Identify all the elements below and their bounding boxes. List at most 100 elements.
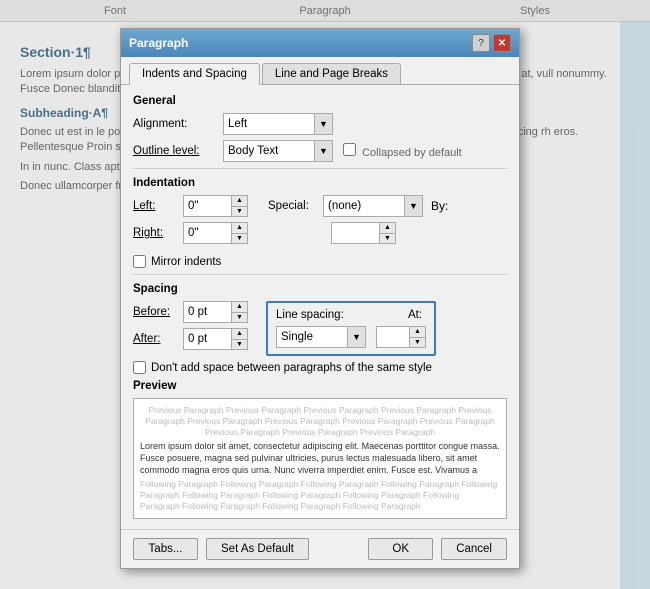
set-default-button[interactable]: Set As Default bbox=[206, 538, 309, 560]
right-spin-up[interactable]: ▲ bbox=[232, 223, 247, 234]
dialog-footer: Tabs... Set As Default OK Cancel bbox=[121, 529, 519, 568]
left-spin-up[interactable]: ▲ bbox=[232, 196, 247, 207]
preview-main-text: Lorem ipsum dolor sit amet, consectetur … bbox=[140, 441, 500, 476]
tab-line-breaks[interactable]: Line and Page Breaks bbox=[262, 63, 401, 84]
by-spin-arrows[interactable]: ▲ ▼ bbox=[379, 223, 395, 243]
after-row: After: 0 pt ▲ ▼ bbox=[133, 328, 248, 350]
right-row: Right: 0" ▲ ▼ bbox=[133, 222, 248, 244]
dont-add-space-checkbox[interactable] bbox=[133, 361, 146, 374]
left-spin-arrows[interactable]: ▲ ▼ bbox=[231, 196, 247, 216]
before-spin-up[interactable]: ▲ bbox=[232, 302, 247, 313]
dialog-body: General Alignment: Left ▼ Outline level:… bbox=[121, 85, 519, 529]
outline-arrow[interactable]: ▼ bbox=[314, 141, 332, 161]
before-label: Before: bbox=[133, 306, 183, 318]
line-spacing-label: Line spacing: bbox=[276, 309, 344, 321]
spacing-left: Before: 0 pt ▲ ▼ After: 0 pt ▲ bbox=[133, 301, 248, 356]
special-value: (none) bbox=[324, 200, 404, 212]
close-button[interactable]: ✕ bbox=[493, 34, 511, 52]
collapsed-checkbox-container: Collapsed by default bbox=[343, 143, 462, 159]
by-spin-up[interactable]: ▲ bbox=[380, 223, 395, 234]
left-label: Left: bbox=[133, 200, 183, 212]
indentation-rows: Left: 0" ▲ ▼ Right: 0" ▲ bbox=[133, 195, 507, 249]
line-spacing-box: Line spacing: At: Single ▼ ▲ ▼ bbox=[266, 301, 436, 356]
at-spin-arrows[interactable]: ▲ ▼ bbox=[409, 327, 425, 347]
tab-indents-spacing[interactable]: Indents and Spacing bbox=[129, 63, 260, 85]
line-spacing-arrow[interactable]: ▼ bbox=[347, 327, 365, 347]
at-spin[interactable]: ▲ ▼ bbox=[376, 326, 426, 348]
alignment-row: Alignment: Left ▼ bbox=[133, 113, 507, 135]
left-spin-down[interactable]: ▼ bbox=[232, 207, 247, 217]
right-spin-arrows[interactable]: ▲ ▼ bbox=[231, 223, 247, 243]
mirror-indents-label: Mirror indents bbox=[151, 256, 221, 268]
tabs-button[interactable]: Tabs... bbox=[133, 538, 198, 560]
cancel-button[interactable]: Cancel bbox=[441, 538, 507, 560]
special-select[interactable]: (none) ▼ bbox=[323, 195, 423, 217]
indent-special-col: Special: (none) ▼ By: ▲ ▼ bbox=[268, 195, 448, 249]
left-row: Left: 0" ▲ ▼ bbox=[133, 195, 248, 217]
after-spin-down[interactable]: ▼ bbox=[232, 340, 247, 350]
spacing-section-label: Spacing bbox=[133, 283, 507, 295]
by-spin[interactable]: ▲ ▼ bbox=[331, 222, 396, 244]
at-spin-up[interactable]: ▲ bbox=[410, 327, 425, 338]
at-label: At: bbox=[408, 309, 426, 321]
outline-select[interactable]: Body Text ▼ bbox=[223, 140, 333, 162]
indent-left-col: Left: 0" ▲ ▼ Right: 0" ▲ bbox=[133, 195, 248, 249]
outline-label: Outline level: bbox=[133, 145, 223, 157]
after-spin[interactable]: 0 pt ▲ ▼ bbox=[183, 328, 248, 350]
before-value: 0 pt bbox=[184, 306, 231, 318]
after-spin-up[interactable]: ▲ bbox=[232, 329, 247, 340]
special-row: Special: (none) ▼ By: bbox=[268, 195, 448, 217]
collapsed-label: Collapsed by default bbox=[362, 147, 462, 159]
preview-label: Preview bbox=[133, 380, 507, 392]
alignment-value: Left bbox=[224, 118, 314, 130]
after-label: After: bbox=[133, 333, 183, 345]
footer-right-buttons: OK Cancel bbox=[368, 538, 507, 560]
ok-button[interactable]: OK bbox=[368, 538, 433, 560]
alignment-label: Alignment: bbox=[133, 118, 223, 130]
alignment-arrow[interactable]: ▼ bbox=[314, 114, 332, 134]
right-spin[interactable]: 0" ▲ ▼ bbox=[183, 222, 248, 244]
outline-value: Body Text bbox=[224, 145, 314, 157]
dialog-titlebar: Paragraph ? ✕ bbox=[121, 29, 519, 57]
after-spin-arrows[interactable]: ▲ ▼ bbox=[231, 329, 247, 349]
right-spin-down[interactable]: ▼ bbox=[232, 234, 247, 244]
before-spin[interactable]: 0 pt ▲ ▼ bbox=[183, 301, 248, 323]
indentation-section-label: Indentation bbox=[133, 177, 507, 189]
help-button[interactable]: ? bbox=[472, 34, 490, 52]
preview-box: Previous Paragraph Previous Paragraph Pr… bbox=[133, 398, 507, 519]
right-value: 0" bbox=[184, 227, 231, 239]
by-spin-down[interactable]: ▼ bbox=[380, 234, 395, 244]
dialog-controls: ? ✕ bbox=[472, 34, 511, 52]
divider1 bbox=[133, 168, 507, 169]
line-spacing-control-row: Single ▼ ▲ ▼ bbox=[276, 326, 426, 348]
dont-add-space-row: Don't add space between paragraphs of th… bbox=[133, 361, 507, 374]
before-spin-down[interactable]: ▼ bbox=[232, 313, 247, 323]
special-label: Special: bbox=[268, 200, 323, 212]
mirror-indents-row: Mirror indents bbox=[133, 255, 507, 268]
before-spin-arrows[interactable]: ▲ ▼ bbox=[231, 302, 247, 322]
special-arrow[interactable]: ▼ bbox=[404, 196, 422, 216]
mirror-indents-checkbox[interactable] bbox=[133, 255, 146, 268]
preview-next-text: Following Paragraph Following Paragraph … bbox=[140, 479, 500, 512]
by-spin-row: ▲ ▼ bbox=[331, 222, 448, 244]
alignment-select[interactable]: Left ▼ bbox=[223, 113, 333, 135]
outline-row: Outline level: Body Text ▼ Collapsed by … bbox=[133, 140, 507, 162]
left-spin[interactable]: 0" ▲ ▼ bbox=[183, 195, 248, 217]
spacing-combined-row: Before: 0 pt ▲ ▼ After: 0 pt ▲ bbox=[133, 301, 507, 356]
line-spacing-select[interactable]: Single ▼ bbox=[276, 326, 366, 348]
after-value: 0 pt bbox=[184, 333, 231, 345]
preview-section: Preview Previous Paragraph Previous Para… bbox=[133, 380, 507, 519]
dont-add-space-label: Don't add space between paragraphs of th… bbox=[151, 362, 432, 374]
dialog-tabs: Indents and Spacing Line and Page Breaks bbox=[121, 57, 519, 85]
divider2 bbox=[133, 274, 507, 275]
general-section-label: General bbox=[133, 95, 507, 107]
preview-prev-text: Previous Paragraph Previous Paragraph Pr… bbox=[140, 405, 500, 438]
dialog-title: Paragraph bbox=[129, 36, 188, 50]
line-spacing-label-row: Line spacing: At: bbox=[276, 309, 426, 321]
paragraph-dialog: Paragraph ? ✕ Indents and Spacing Line a… bbox=[120, 28, 520, 569]
at-spin-down[interactable]: ▼ bbox=[410, 338, 425, 348]
by-label: By: bbox=[431, 199, 448, 213]
before-row: Before: 0 pt ▲ ▼ bbox=[133, 301, 248, 323]
right-label: Right: bbox=[133, 227, 183, 239]
collapsed-checkbox[interactable] bbox=[343, 143, 356, 156]
